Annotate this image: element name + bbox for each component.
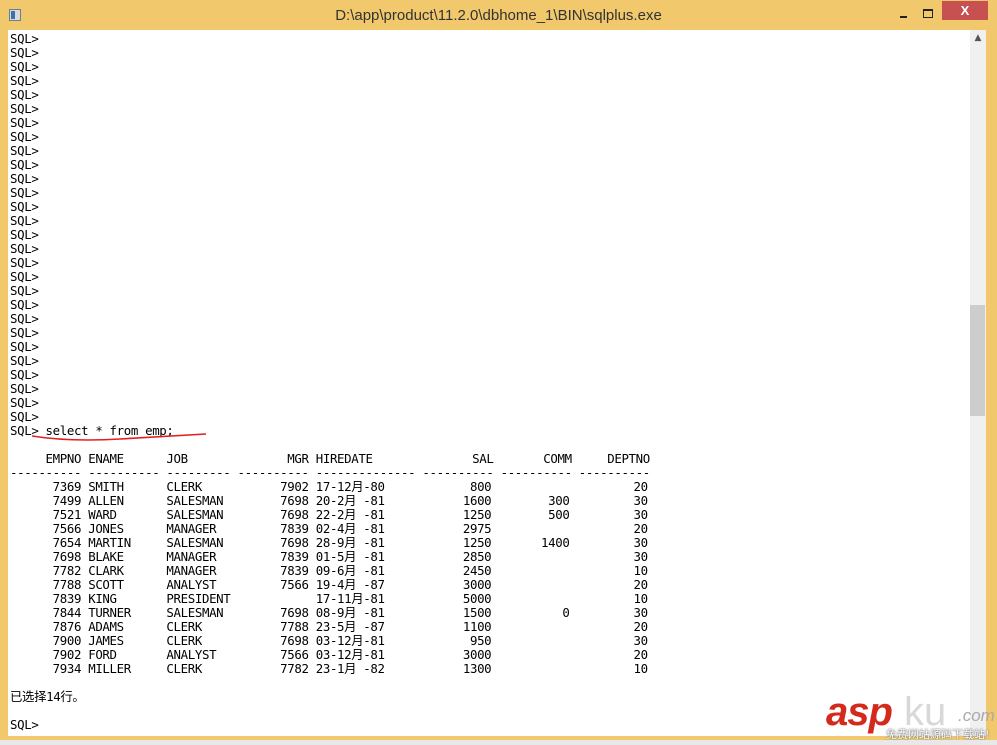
console-area[interactable]: SQL> SQL> SQL> SQL> SQL> SQL> SQL> SQL> SQL> SQL>…: [8, 30, 970, 736]
sql-prompt-line: SQL>: [10, 157, 39, 172]
table-row: 7499 ALLEN SALESMAN 7698 20-2月 -81 1600 …: [10, 493, 648, 508]
sql-prompt-line: SQL>: [10, 87, 39, 102]
table-row: 7369 SMITH CLERK 7902 17-12月-80 800 20: [10, 479, 648, 494]
sql-prompt-line: SQL>: [10, 717, 39, 732]
sql-prompt-line: SQL>: [10, 143, 39, 158]
table-row: 7902 FORD ANALYST 7566 03-12月-81 3000 20: [10, 647, 648, 662]
watermark-asp: asp: [826, 690, 893, 734]
sql-prompt-line: SQL>: [10, 73, 39, 88]
sql-prompt-line: SQL>: [10, 171, 39, 186]
sql-prompt-line: SQL>: [10, 59, 39, 74]
sql-prompt-line: SQL>: [10, 129, 39, 144]
sql-prompt-line: SQL>: [10, 199, 39, 214]
sql-prompt-line: SQL>: [10, 45, 39, 60]
table-row: 7566 JONES MANAGER 7839 02-4月 -81 2975 2…: [10, 521, 648, 536]
sql-prompt-line: SQL>: [10, 213, 39, 228]
sql-prompt-line: SQL>: [10, 325, 39, 340]
vertical-scrollbar[interactable]: ▲: [970, 30, 986, 736]
sql-prompt-line: SQL>: [10, 269, 39, 284]
sql-prompt-line: SQL>: [10, 241, 39, 256]
minimize-button[interactable]: [896, 4, 916, 24]
table-row: 7521 WARD SALESMAN 7698 22-2月 -81 1250 5…: [10, 507, 648, 522]
table-row: 7934 MILLER CLERK 7782 23-1月 -82 1300 10: [10, 661, 648, 676]
sql-prompt-line: SQL>: [10, 185, 39, 200]
sql-prompt-line: SQL>: [10, 255, 39, 270]
table-row: 7844 TURNER SALESMAN 7698 08-9月 -81 1500…: [10, 605, 648, 620]
sql-prompt-line: SQL>: [10, 31, 39, 46]
table-header-row: EMPNO ENAME JOB MGR HIREDATE SAL COMM DE…: [10, 451, 651, 466]
sql-prompt-line: SQL>: [10, 297, 39, 312]
table-row: 7698 BLAKE MANAGER 7839 01-5月 -81 2850 3…: [10, 549, 648, 564]
sql-prompt-line: SQL>: [10, 395, 39, 410]
table-row: 7839 KING PRESIDENT 17-11月-81 5000 10: [10, 591, 648, 606]
scroll-up-arrow-icon[interactable]: ▲: [970, 30, 986, 47]
result-message: 已选择14行。: [10, 689, 85, 704]
sql-prompt-line: SQL>: [10, 101, 39, 116]
sql-prompt-line: SQL>: [10, 409, 39, 424]
window-title: D:\app\product\11.2.0\dbhome_1\BIN\sqlpl…: [335, 7, 662, 24]
table-row: 7900 JAMES CLERK 7698 03-12月-81 950 30: [10, 633, 648, 648]
sql-prompt-line: SQL>: [10, 227, 39, 242]
table-separator: ---------- ---------- --------- --------…: [10, 465, 650, 480]
sql-prompt-line: SQL>: [10, 339, 39, 354]
sql-prompt-line: SQL>: [10, 353, 39, 368]
table-row: 7876 ADAMS CLERK 7788 23-5月 -87 1100 20: [10, 619, 648, 634]
sql-prompt-line: SQL>: [10, 367, 39, 382]
table-row: 7782 CLARK MANAGER 7839 09-6月 -81 2450 1…: [10, 563, 648, 578]
watermark-com: .com: [958, 706, 995, 725]
maximize-button[interactable]: [918, 4, 938, 24]
close-button[interactable]: X: [942, 1, 988, 20]
console-output: SQL> SQL> SQL> SQL> SQL> SQL> SQL> SQL> SQL> SQL>…: [10, 32, 965, 732]
aspku-watermark: asp ku .com 免费网站源码下载站!: [826, 690, 996, 745]
taskbar-edge: [0, 740, 997, 745]
sql-prompt-line: SQL>: [10, 381, 39, 396]
sql-prompt-line: SQL>: [10, 283, 39, 298]
scroll-thumb[interactable]: [970, 305, 985, 416]
table-row: 7654 MARTIN SALESMAN 7698 28-9月 -81 1250…: [10, 535, 648, 550]
title-bar[interactable]: D:\app\product\11.2.0\dbhome_1\BIN\sqlpl…: [0, 0, 997, 30]
sqlplus-window: D:\app\product\11.2.0\dbhome_1\BIN\sqlpl…: [0, 0, 997, 745]
red-annotation-underline: [31, 433, 207, 441]
table-row: 7788 SCOTT ANALYST 7566 19-4月 -87 3000 2…: [10, 577, 648, 592]
sql-prompt-line: SQL>: [10, 115, 39, 130]
sql-prompt-line: SQL>: [10, 311, 39, 326]
